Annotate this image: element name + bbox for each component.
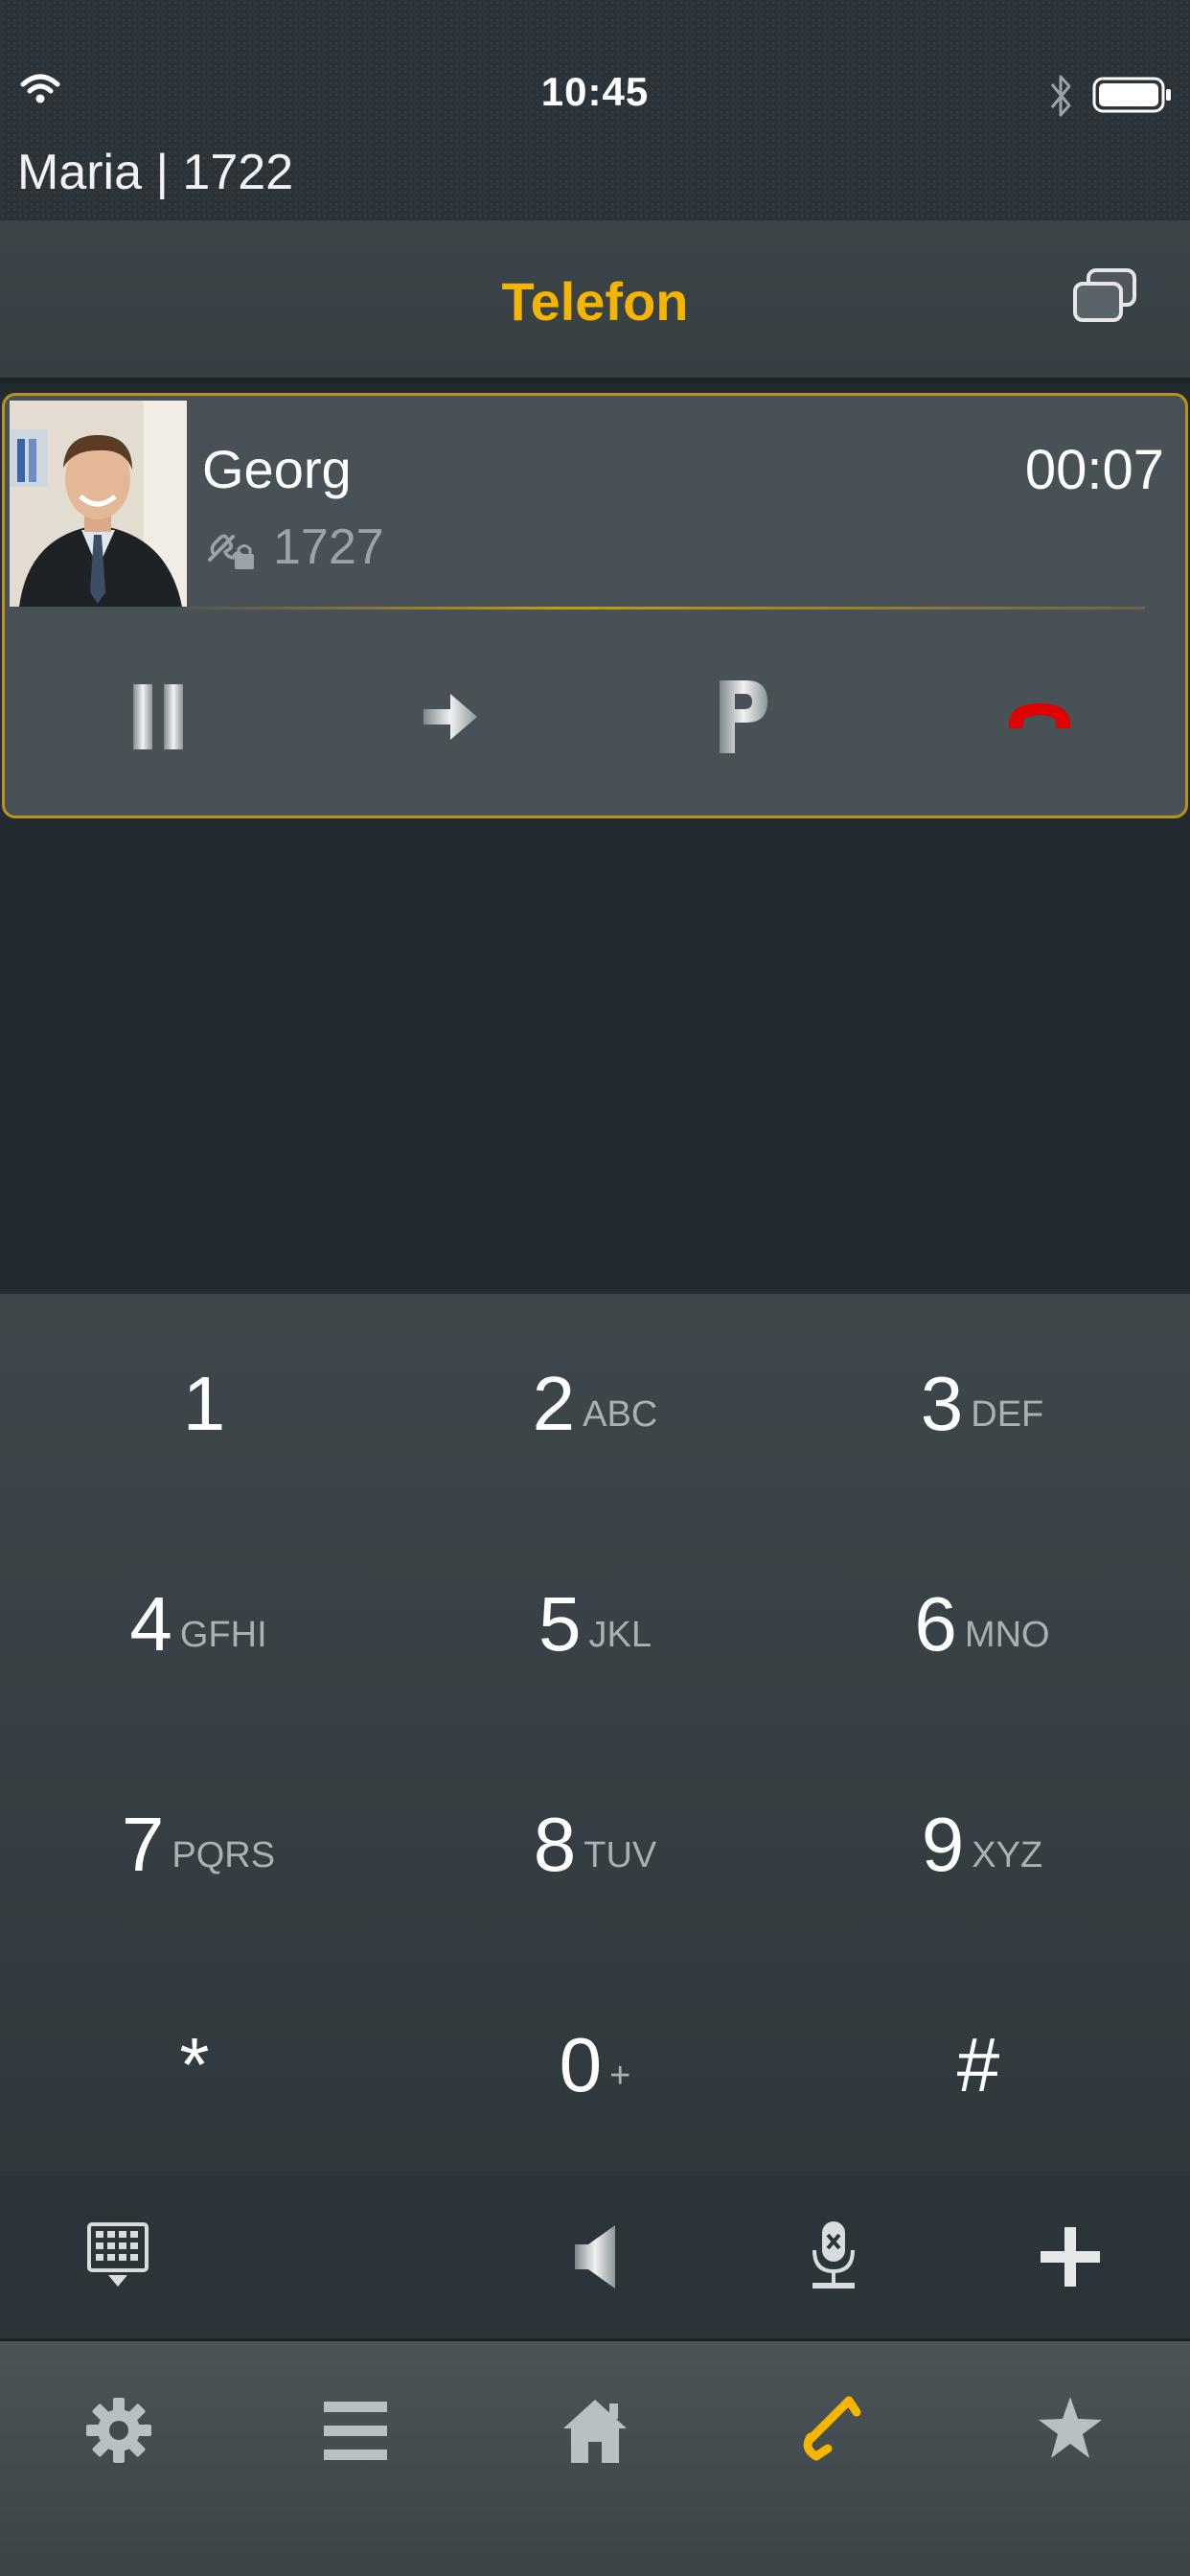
bluetooth-icon [1050,75,1071,117]
key-4[interactable]: 4 GFHI [0,1514,397,1735]
park-icon [720,680,767,753]
menu-icon[interactable] [322,2398,389,2465]
home-icon[interactable] [561,2396,629,2465]
key-6[interactable]: 6 MNO [784,1514,1180,1735]
key-0[interactable]: 0 + [397,1955,793,2175]
secure-call-icon [208,534,254,569]
speaker-icon[interactable] [571,2223,621,2290]
status-bar: 10:45 Maria | 1722 [0,0,1190,220]
add-call-icon[interactable] [1039,2225,1102,2288]
tab-bar [0,2338,1190,2576]
arrow-right-icon [423,694,477,740]
keypad-toggle-icon[interactable] [86,2221,149,2288]
phone-icon[interactable] [799,2391,870,2468]
key-3[interactable]: 3 DEF [784,1294,1180,1514]
call-toolbar [0,2175,1190,2338]
key-9[interactable]: 9 XYZ [784,1735,1180,1955]
settings-icon[interactable] [84,2396,153,2465]
mute-mic-icon[interactable] [807,2218,860,2294]
transfer-button[interactable] [393,659,508,774]
switch-window-button[interactable] [1071,268,1138,326]
caller-name: Georg [202,439,352,499]
caller-number: 1727 [273,519,384,575]
key-hash[interactable]: # [784,1955,1180,2175]
key-8[interactable]: 8 TUV [397,1735,793,1955]
hangup-button[interactable] [982,659,1097,774]
hangup-icon [1009,703,1070,728]
call-duration: 00:07 [1024,439,1164,501]
favorites-icon[interactable] [1037,2395,1104,2462]
header: Telefon [0,220,1190,383]
park-button[interactable] [685,659,800,774]
key-5[interactable]: 5 JKL [397,1514,793,1735]
key-7[interactable]: 7 PQRS [0,1735,397,1955]
battery-icon [1092,77,1171,113]
key-1[interactable]: 1 [10,1294,406,1514]
active-call-card[interactable]: Georg 00:07 1727 [2,393,1188,818]
current-user-label: Maria | 1722 [17,145,294,200]
pause-icon [133,684,183,749]
hold-button[interactable] [101,659,216,774]
dialpad: 1 2 ABC 3 DEF 4 GFHI 5 JKL 6 MNO 7 PQRS 8 TUV 9… [0,1294,1190,2175]
caller-avatar [10,401,187,607]
key-star[interactable]: * [0,1955,397,2175]
key-2[interactable]: 2 ABC [397,1294,793,1514]
status-time: 10:45 [540,69,650,114]
card-divider [187,607,1145,610]
page-title: Telefon [501,271,689,332]
